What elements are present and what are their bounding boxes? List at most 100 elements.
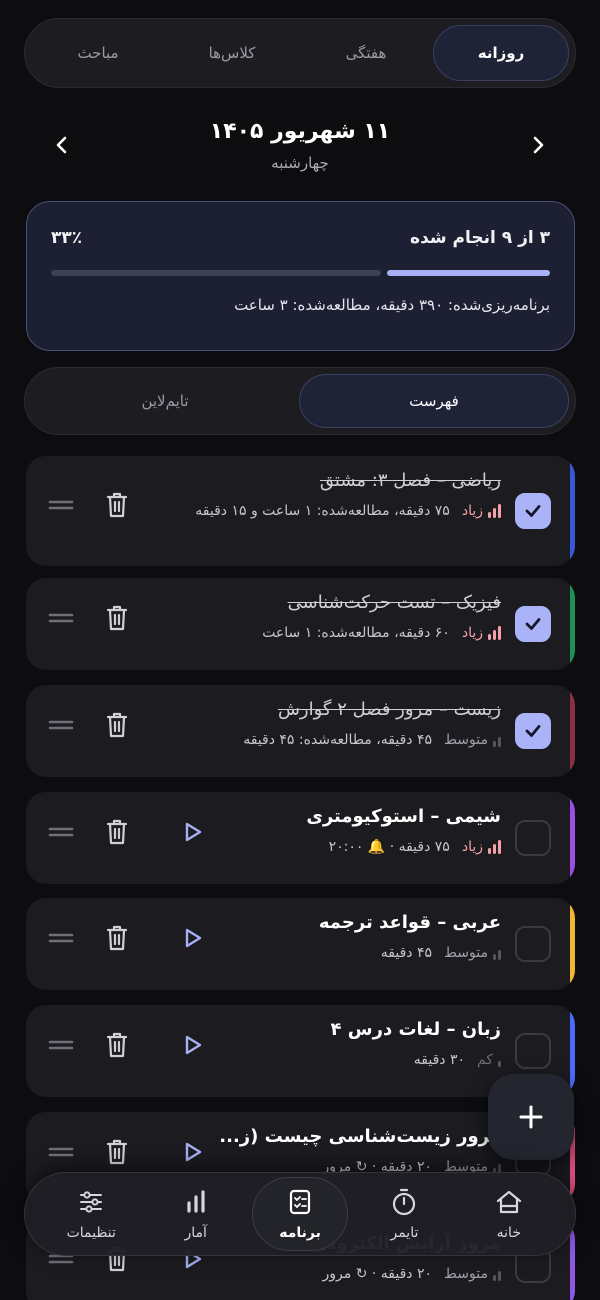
- tab-daily[interactable]: روزانه: [433, 25, 569, 81]
- settings-icon: [80, 1191, 103, 1213]
- trash-icon[interactable]: [102, 1137, 132, 1167]
- drag-handle-icon[interactable]: [46, 817, 76, 847]
- priority-bars-icon: [493, 946, 501, 961]
- priority-indicator: متوسط: [444, 730, 501, 750]
- task-color-stripe: [570, 792, 575, 884]
- play-icon[interactable]: [178, 923, 208, 953]
- chevron-right-icon: [533, 136, 544, 154]
- trash-icon[interactable]: [102, 490, 132, 520]
- trash-icon[interactable]: [102, 923, 132, 953]
- task-duration: ۴۵ دقیقه، مطالعه‌شده: ۴۵ دقیقه: [243, 732, 433, 748]
- task-meta: متوسط ۴۵ دقیقه: [171, 943, 501, 963]
- priority-label: متوسط: [444, 1266, 488, 1282]
- play-icon[interactable]: [178, 1137, 208, 1167]
- task-row[interactable]: ریاضی – فصل ۳: مشتق زیاد ۷۵ دقیقه، مطالع…: [26, 456, 575, 566]
- task-checkbox[interactable]: [515, 606, 551, 642]
- trash-icon[interactable]: [102, 710, 132, 740]
- trash-icon[interactable]: [102, 603, 132, 633]
- nav-home[interactable]: خانه: [461, 1177, 557, 1251]
- nav-planner[interactable]: برنامه: [252, 1177, 349, 1251]
- task-title: زیست – مرور فصل ۲ گوارش: [277, 699, 501, 720]
- task-title: ریاضی – فصل ۳: مشتق: [319, 470, 501, 491]
- drag-handle-icon[interactable]: [46, 710, 76, 740]
- task-checkbox[interactable]: [515, 493, 551, 529]
- task-meta: متوسط ۴۵ دقیقه، مطالعه‌شده: ۴۵ دقیقه: [171, 730, 501, 750]
- progress-bar: [51, 270, 550, 276]
- task-meta: زیاد ۷۵ دقیقه، مطالعه‌شده: ۱ ساعت و ۱۵ د…: [171, 501, 501, 521]
- task-checkbox[interactable]: [515, 1033, 551, 1069]
- drag-handle-icon[interactable]: [46, 490, 76, 520]
- progress-bar-rest: [51, 270, 381, 276]
- priority-label: متوسط: [444, 732, 488, 748]
- drag-handle-icon[interactable]: [46, 1030, 76, 1060]
- nav-home-label: خانه: [496, 1225, 521, 1241]
- priority-indicator: متوسط: [444, 943, 501, 963]
- task-meta: زیاد ۷۵ دقیقه · 🔔 ۲۰:۰۰: [171, 837, 501, 857]
- task-color-stripe: [570, 1005, 575, 1097]
- plus-icon: [519, 1105, 543, 1129]
- tab-topics[interactable]: مباحث: [31, 25, 165, 81]
- priority-indicator: کم: [477, 1050, 501, 1070]
- nav-timer[interactable]: تایمر: [356, 1177, 452, 1251]
- priority-indicator: زیاد: [462, 837, 501, 857]
- date-title: ۱۱ شهریور ۱۴۰۵: [209, 118, 391, 144]
- play-icon[interactable]: [178, 1030, 208, 1060]
- priority-indicator: زیاد: [462, 623, 501, 643]
- priority-indicator: زیاد: [462, 501, 501, 521]
- play-icon[interactable]: [178, 817, 208, 847]
- task-row[interactable]: شیمی – استوکیومتری زیاد ۷۵ دقیقه · 🔔 ۲۰:…: [26, 792, 575, 884]
- progress-bar-fill: [387, 270, 550, 276]
- task-checkbox[interactable]: [515, 713, 551, 749]
- priority-indicator: متوسط: [444, 1264, 501, 1284]
- priority-label: زیاد: [461, 839, 483, 855]
- timer-icon: [393, 1188, 416, 1216]
- date-display: ۱۱ شهریور ۱۴۰۵ چهارشنبه: [210, 119, 390, 172]
- nav-settings-label: تنظیمات: [66, 1225, 116, 1241]
- task-meta: کم ۳۰ دقیقه: [171, 1050, 501, 1070]
- task-title: عربی – قواعد ترجمه: [318, 912, 501, 933]
- nav-settings[interactable]: تنظیمات: [43, 1177, 139, 1251]
- drag-handle-icon[interactable]: [46, 923, 76, 953]
- task-checkbox[interactable]: [515, 820, 551, 856]
- priority-bars-icon: [488, 626, 501, 641]
- stats-icon: [187, 1190, 205, 1213]
- priority-bars-icon: [488, 504, 501, 519]
- drag-handle-icon[interactable]: [46, 603, 76, 633]
- nav-stats[interactable]: آمار: [148, 1177, 244, 1251]
- task-meta: متوسط ۲۰ دقیقه · ↻ مرور: [171, 1264, 501, 1284]
- drag-handle-icon[interactable]: [46, 1137, 76, 1167]
- trash-icon[interactable]: [102, 1030, 132, 1060]
- progress-card: ۳ از ۹ انجام شده ۳۳٪ برنامه‌ریزی‌شده: ۳۹…: [26, 201, 575, 351]
- progress-percent: ۳۳٪: [51, 228, 83, 248]
- task-title: مرور زیست‌شناسی چیست (ز...: [219, 1126, 501, 1147]
- tab-list[interactable]: فهرست: [299, 374, 569, 428]
- task-duration: ۶۰ دقیقه، مطالعه‌شده: ۱ ساعت: [262, 625, 450, 641]
- priority-label: زیاد: [461, 625, 483, 641]
- date-weekday: چهارشنبه: [271, 153, 329, 172]
- tab-weekly[interactable]: هفتگی: [299, 25, 433, 81]
- task-checkbox[interactable]: [515, 926, 551, 962]
- task-row[interactable]: عربی – قواعد ترجمه متوسط ۴۵ دقیقه: [26, 898, 575, 990]
- task-color-stripe: [570, 578, 575, 670]
- task-duration: ۷۵ دقیقه · 🔔 ۲۰:۰۰: [328, 839, 450, 855]
- check-icon: [525, 725, 541, 737]
- task-title: فیزیک – تست حرکت‌شناسی: [287, 592, 501, 613]
- tab-timeline[interactable]: تایم‌لاین: [31, 374, 299, 428]
- task-duration: ۴۵ دقیقه: [380, 945, 433, 961]
- task-title: شیمی – استوکیومتری: [306, 806, 501, 827]
- priority-bars-icon: [498, 1053, 501, 1068]
- task-color-stripe: [570, 456, 575, 566]
- home-icon: [496, 1190, 521, 1214]
- trash-icon[interactable]: [102, 817, 132, 847]
- task-row[interactable]: زیست – مرور فصل ۲ گوارش متوسط ۴۵ دقیقه، …: [26, 685, 575, 777]
- check-icon: [525, 505, 541, 517]
- tab-classes[interactable]: کلاس‌ها: [165, 25, 299, 81]
- chevron-left-icon: [56, 136, 67, 154]
- prev-day-button[interactable]: [40, 123, 84, 167]
- nav-planner-label: برنامه: [279, 1225, 321, 1241]
- priority-label: زیاد: [461, 503, 483, 519]
- next-day-button[interactable]: [516, 123, 560, 167]
- task-row[interactable]: فیزیک – تست حرکت‌شناسی زیاد ۶۰ دقیقه، مط…: [26, 578, 575, 670]
- add-task-button[interactable]: [488, 1074, 574, 1160]
- date-navigator: ۱۱ شهریور ۱۴۰۵ چهارشنبه: [40, 108, 560, 182]
